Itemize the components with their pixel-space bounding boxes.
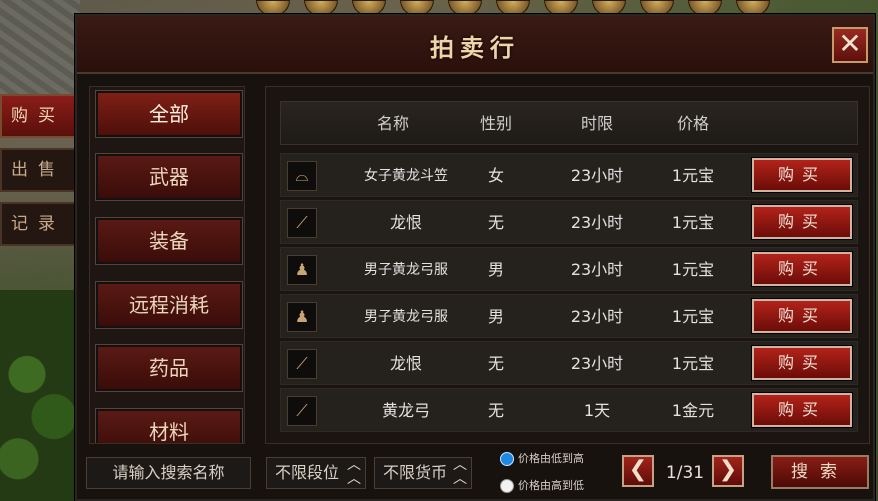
category-medicine[interactable]: 药品 bbox=[95, 344, 243, 392]
radio-unselected-icon bbox=[500, 479, 514, 493]
header-duration: 时限 bbox=[580, 114, 613, 133]
item-duration: 23小时 bbox=[570, 354, 624, 373]
table-header: 名称 性别 时限 价格 bbox=[280, 101, 858, 145]
buy-button[interactable]: 购买 bbox=[751, 157, 853, 193]
item-duration: 1天 bbox=[583, 401, 611, 420]
sort-high-to-low-radio[interactable]: 价格由高到低 bbox=[500, 478, 584, 494]
item-name: 黄龙弓 bbox=[381, 401, 430, 420]
item-duration: 23小时 bbox=[570, 213, 624, 232]
buy-button[interactable]: 购买 bbox=[751, 204, 853, 240]
item-name: 女子黄龙斗笠 bbox=[364, 168, 448, 184]
category-material[interactable]: 材料 bbox=[95, 408, 243, 443]
item-price: 1金元 bbox=[671, 401, 715, 420]
currency-filter-dropdown[interactable]: 不限货币 ︿ ︿ bbox=[374, 457, 472, 489]
radio-selected-icon bbox=[500, 452, 514, 466]
close-icon: ✕ bbox=[838, 27, 862, 60]
currency-filter-label: 不限货币 bbox=[383, 463, 448, 482]
item-gender: 无 bbox=[487, 213, 504, 232]
buy-button[interactable]: 购买 bbox=[751, 345, 853, 381]
sort-option-label: 价格由高到低 bbox=[518, 479, 584, 492]
item-gender: 无 bbox=[487, 401, 504, 420]
item-price: 1元宝 bbox=[671, 166, 715, 185]
level-filter-label: 不限段位 bbox=[275, 463, 340, 482]
sort-low-to-high-radio[interactable]: 价格由低到高 bbox=[500, 451, 584, 467]
sort-option-label: 价格由低到高 bbox=[518, 452, 584, 465]
table-row: ♟ 男子黄龙弓服 男 23小时 1元宝 购买 bbox=[280, 294, 858, 338]
chevron-left-icon: ❮ bbox=[628, 457, 648, 482]
bow-icon[interactable]: ⟋ bbox=[287, 396, 317, 426]
item-name: 龙恨 bbox=[389, 213, 422, 232]
item-duration: 23小时 bbox=[570, 307, 624, 326]
item-name: 男子黄龙弓服 bbox=[364, 309, 448, 325]
close-button[interactable]: ✕ bbox=[832, 27, 868, 63]
item-price: 1元宝 bbox=[671, 260, 715, 279]
category-ranged-consumable[interactable]: 远程消耗 bbox=[95, 281, 243, 329]
auction-table: 名称 性别 时限 价格 ⌓ 女子黄龙斗笠 女 23小时 1元宝 购买 ⟋ 龙恨 … bbox=[265, 86, 870, 444]
chevron-up-down-icon: ︿ ︿ bbox=[347, 457, 361, 487]
table-row: ⟋ 龙恨 无 23小时 1元宝 购买 bbox=[280, 200, 858, 244]
panel-title: 拍卖行 bbox=[430, 33, 520, 62]
category-all[interactable]: 全部 bbox=[95, 90, 243, 138]
item-price: 1元宝 bbox=[671, 307, 715, 326]
header-price: 价格 bbox=[676, 114, 709, 133]
table-row: ♟ 男子黄龙弓服 男 23小时 1元宝 购买 bbox=[280, 247, 858, 291]
buy-button[interactable]: 购买 bbox=[751, 298, 853, 334]
item-gender: 男 bbox=[487, 260, 504, 279]
chevron-right-icon: ❯ bbox=[718, 457, 738, 482]
tab-sell[interactable]: 出售 bbox=[0, 148, 76, 192]
prev-page-button[interactable]: ❮ bbox=[622, 455, 654, 487]
level-filter-dropdown[interactable]: 不限段位 ︿ ︿ bbox=[266, 457, 366, 489]
hat-icon[interactable]: ⌓ bbox=[287, 161, 317, 191]
buy-button[interactable]: 购买 bbox=[751, 251, 853, 287]
search-input[interactable]: 请输入搜索名称 bbox=[86, 457, 251, 489]
robe-icon[interactable]: ♟ bbox=[287, 302, 317, 332]
table-row: ⟋ 黄龙弓 无 1天 1金元 购买 bbox=[280, 388, 858, 432]
stick-icon[interactable]: ⟋ bbox=[287, 349, 317, 379]
item-price: 1元宝 bbox=[671, 213, 715, 232]
item-duration: 23小时 bbox=[570, 166, 624, 185]
search-button[interactable]: 搜索 bbox=[771, 455, 869, 489]
category-list: 全部 武器 装备 远程消耗 药品 材料 bbox=[89, 86, 245, 444]
next-page-button[interactable]: ❯ bbox=[712, 455, 744, 487]
header-name: 名称 bbox=[376, 114, 409, 133]
item-gender: 男 bbox=[487, 307, 504, 326]
item-name: 龙恨 bbox=[389, 354, 422, 373]
tab-record[interactable]: 记录 bbox=[0, 202, 76, 246]
buy-button[interactable]: 购买 bbox=[751, 392, 853, 428]
table-row: ⌓ 女子黄龙斗笠 女 23小时 1元宝 购买 bbox=[280, 153, 858, 197]
item-name: 男子黄龙弓服 bbox=[364, 262, 448, 278]
category-equipment[interactable]: 装备 bbox=[95, 217, 243, 265]
item-price: 1元宝 bbox=[671, 354, 715, 373]
page-indicator: 1/31 bbox=[665, 463, 705, 483]
stick-icon[interactable]: ⟋ bbox=[287, 208, 317, 238]
chevron-up-down-icon: ︿ ︿ bbox=[453, 457, 467, 487]
item-gender: 女 bbox=[487, 166, 504, 185]
panel-header: 拍卖行 ✕ bbox=[77, 16, 873, 74]
header-gender: 性别 bbox=[479, 114, 512, 133]
category-weapon[interactable]: 武器 bbox=[95, 153, 243, 201]
robe-icon[interactable]: ♟ bbox=[287, 255, 317, 285]
item-duration: 23小时 bbox=[570, 260, 624, 279]
table-row: ⟋ 龙恨 无 23小时 1元宝 购买 bbox=[280, 341, 858, 385]
tab-buy[interactable]: 购买 bbox=[0, 94, 76, 138]
item-gender: 无 bbox=[487, 354, 504, 373]
